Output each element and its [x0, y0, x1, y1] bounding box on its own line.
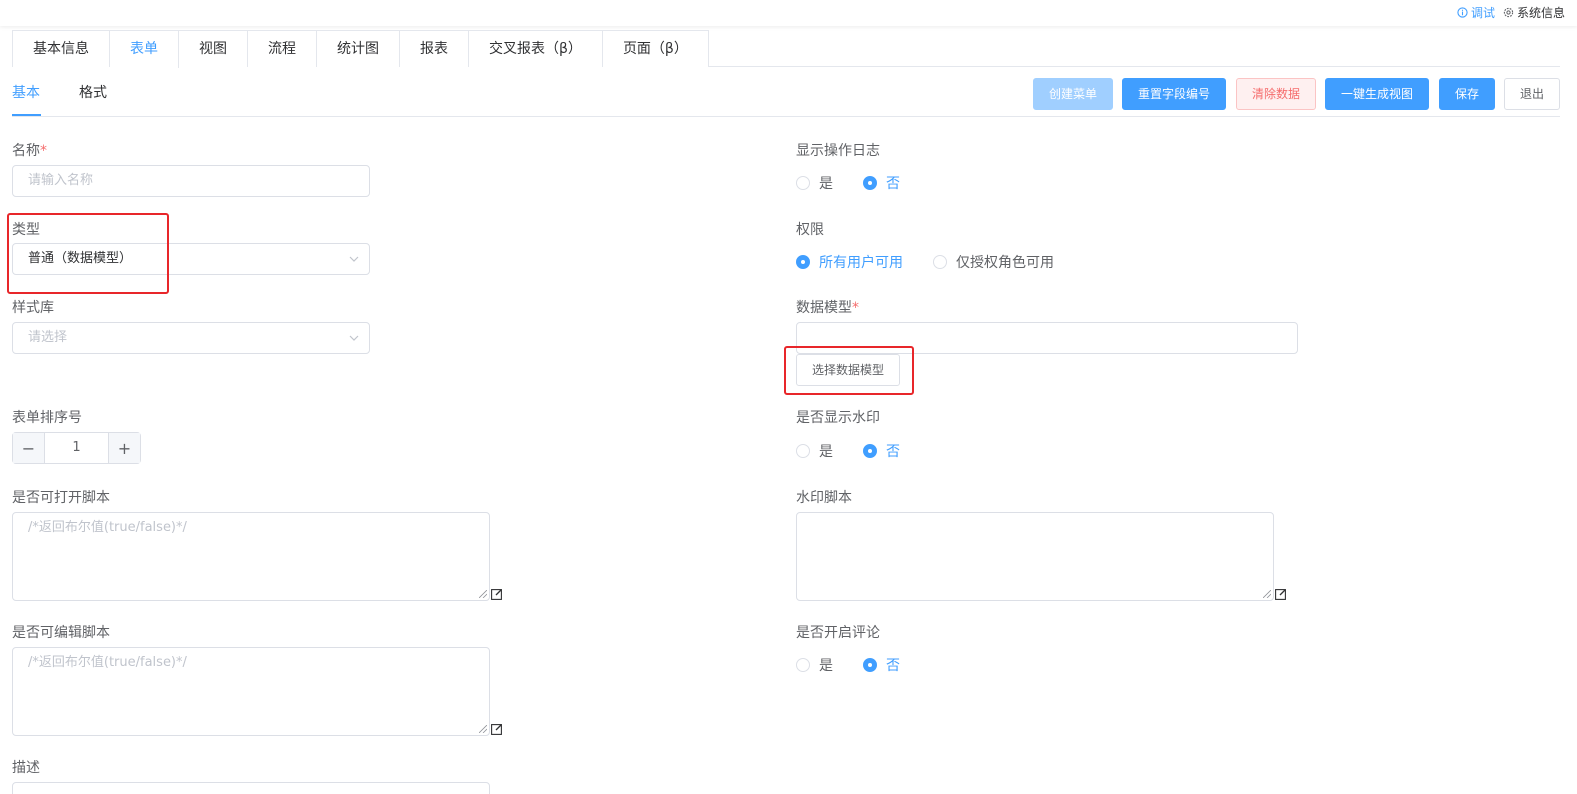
debug-link[interactable]: 调试 [1457, 4, 1495, 21]
comment-no-radio[interactable]: 否 [863, 655, 900, 675]
can-open-script-placeholder: /*返回布尔值(true/false)*/ [28, 520, 187, 535]
clear-data-button[interactable]: 清除数据 [1236, 78, 1316, 110]
gear-icon [1503, 7, 1514, 18]
increment-button[interactable]: + [108, 433, 140, 463]
comment-label: 是否开启评论 [796, 625, 880, 641]
top-bar: 调试 系统信息 [0, 0, 1577, 26]
radio-circle [863, 658, 877, 672]
radio-circle [863, 444, 877, 458]
sort-stepper: − 1 + [12, 432, 141, 464]
select-data-model-button[interactable]: 选择数据模型 [796, 354, 901, 386]
name-placeholder: 请输入名称 [28, 173, 94, 188]
can-edit-script-placeholder: /*返回布尔值(true/false)*/ [28, 655, 187, 670]
system-info-label: 系统信息 [1516, 6, 1565, 20]
resize-grip-icon[interactable] [479, 725, 487, 733]
exit-button[interactable]: 退出 [1504, 78, 1560, 110]
resize-grip-icon[interactable] [1263, 590, 1271, 598]
resize-grip-icon[interactable] [479, 590, 487, 598]
can-open-script-textarea[interactable]: /*返回布尔值(true/false)*/ [12, 512, 490, 601]
tab-report[interactable]: 报表 [400, 31, 469, 67]
sort-label: 表单排序号 [12, 410, 82, 426]
radio-circle [863, 176, 877, 190]
perm-all-users-radio[interactable]: 所有用户可用 [796, 252, 903, 272]
chevron-down-icon [349, 335, 359, 341]
edit-icon[interactable] [491, 723, 503, 735]
chevron-down-icon [349, 256, 359, 262]
radio-circle [796, 444, 810, 458]
subtab-format[interactable]: 格式 [79, 78, 119, 116]
system-info-link[interactable]: 系统信息 [1503, 4, 1565, 21]
tab-flow[interactable]: 流程 [248, 31, 317, 67]
style-lib-label: 样式库 [12, 300, 54, 316]
reset-field-numbers-button[interactable]: 重置字段编号 [1122, 78, 1226, 110]
permission-label: 权限 [796, 222, 824, 238]
required-mark: * [40, 143, 47, 159]
can-edit-script-label: 是否可编辑脚本 [12, 625, 110, 641]
perm-authorized-role-radio[interactable]: 仅授权角色可用 [933, 252, 1054, 272]
description-label: 描述 [12, 760, 40, 776]
show-log-yes-radio[interactable]: 是 [796, 173, 833, 193]
style-lib-placeholder: 请选择 [28, 330, 68, 345]
create-menu-button[interactable]: 创建菜单 [1033, 78, 1113, 110]
save-button[interactable]: 保存 [1439, 78, 1495, 110]
radio-circle [796, 176, 810, 190]
radio-circle [796, 255, 810, 269]
data-model-label: 数据模型* [796, 300, 859, 316]
tab-form[interactable]: 表单 [110, 31, 179, 68]
can-edit-script-textarea[interactable]: /*返回布尔值(true/false)*/ [12, 647, 490, 736]
subtab-basic[interactable]: 基本 [12, 78, 41, 116]
tab-cross-report[interactable]: 交叉报表（β） [469, 31, 603, 67]
edit-icon[interactable] [491, 588, 503, 600]
style-lib-select[interactable]: 请选择 [12, 322, 370, 354]
main-tabs: 基本信息 表单 视图 流程 统计图 报表 交叉报表（β） 页面（β） [12, 30, 1560, 68]
watermark-yes-radio[interactable]: 是 [796, 441, 833, 461]
tab-view[interactable]: 视图 [179, 31, 248, 67]
radio-circle [796, 658, 810, 672]
type-select-value: 普通（数据模型） [28, 251, 133, 266]
tab-statistics-chart[interactable]: 统计图 [317, 31, 400, 67]
required-mark: * [852, 300, 859, 316]
watermark-no-radio[interactable]: 否 [863, 441, 900, 461]
type-label: 类型 [12, 222, 40, 238]
watermark-script-textarea[interactable] [796, 512, 1274, 601]
debug-label: 调试 [1470, 6, 1495, 20]
show-log-no-radio[interactable]: 否 [863, 173, 900, 193]
comment-yes-radio[interactable]: 是 [796, 655, 833, 675]
show-log-label: 显示操作日志 [796, 143, 880, 159]
data-model-input[interactable] [796, 322, 1298, 354]
type-select[interactable]: 普通（数据模型） [12, 243, 370, 275]
decrement-button[interactable]: − [13, 433, 45, 463]
name-label: 名称* [12, 143, 47, 159]
description-textarea[interactable] [12, 782, 490, 794]
can-open-script-label: 是否可打开脚本 [12, 490, 110, 506]
sort-value[interactable]: 1 [45, 433, 108, 463]
tab-page[interactable]: 页面（β） [602, 31, 708, 67]
generate-view-button[interactable]: 一键生成视图 [1325, 78, 1429, 110]
tab-basic-info[interactable]: 基本信息 [13, 31, 110, 67]
name-input[interactable]: 请输入名称 [12, 165, 370, 197]
edit-icon[interactable] [1275, 588, 1287, 600]
watermark-label: 是否显示水印 [796, 410, 880, 426]
topbar-actions: 调试 系统信息 [1457, 4, 1565, 21]
info-icon [1457, 7, 1468, 18]
watermark-script-label: 水印脚本 [796, 490, 852, 506]
radio-circle [933, 255, 947, 269]
